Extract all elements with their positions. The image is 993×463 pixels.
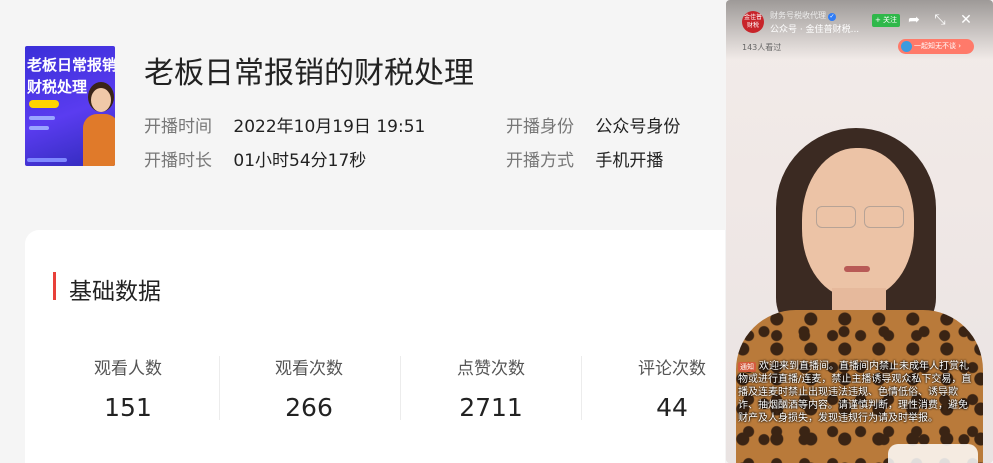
share-icon[interactable]: ➦ (906, 12, 922, 28)
duration-row: 开播时长 01小时54分17秒 (144, 146, 366, 171)
stat-value: 151 (104, 393, 152, 422)
chat-topic-pill[interactable]: 一起知无不谈 › (898, 39, 974, 54)
notice-tag: 通知 (738, 362, 756, 372)
live-notice: 通知 欢迎来到直播间。直播间内禁止未成年人打赏礼物或进行直播/连麦，禁止主播诱导观… (738, 360, 974, 425)
viewer-count: 143人看过 (742, 43, 782, 52)
method-row: 开播方式 手机开播 (506, 146, 663, 171)
stat-value: 266 (285, 393, 333, 422)
start-time-row: 开播时间 2022年10月19日 19:51 (144, 112, 425, 137)
stat-viewers: 观看人数 151 (38, 354, 218, 422)
stat-views: 观看次数 266 (219, 354, 399, 422)
section-title: 基础数据 (69, 279, 161, 305)
account-name[interactable]: 公众号 · 金佳普财税... (770, 22, 859, 35)
comment-input-bar[interactable] (888, 444, 978, 463)
identity-label: 开播身份 (506, 117, 574, 137)
method-label: 开播方式 (506, 151, 574, 171)
page-title: 老板日常报销的财税处理 (144, 56, 474, 91)
account-subtitle: 财务号税收代理 ✓ (770, 10, 836, 21)
stat-likes: 点赞次数 2711 (401, 354, 581, 422)
follow-button[interactable]: + 关注 (872, 14, 900, 27)
cover-decoration (29, 126, 49, 130)
cover-presenter-image (83, 88, 115, 166)
stat-label: 点赞次数 (457, 359, 525, 379)
stat-label: 观看次数 (275, 359, 343, 379)
account-subtitle-text: 财务号税收代理 (770, 11, 826, 20)
topic-avatar-icon (901, 41, 912, 52)
chat-topic-label: 一起知无不谈 › (914, 42, 962, 50)
verified-icon: ✓ (828, 13, 836, 21)
account-avatar[interactable]: 金佳普财税 (742, 11, 764, 33)
section-accent-bar (53, 272, 56, 300)
notice-text: 欢迎来到直播间。直播间内禁止未成年人打赏礼物或进行直播/连麦，禁止主播诱导观众私… (738, 361, 972, 424)
stat-value: 2711 (459, 393, 523, 422)
method-value: 手机开播 (595, 151, 664, 171)
cover-decoration (27, 158, 67, 162)
close-icon[interactable]: ✕ (958, 12, 974, 28)
stat-label: 观看人数 (94, 359, 162, 379)
cover-title-line1: 老板日常报销 (27, 56, 115, 74)
start-time-label: 开播时间 (144, 117, 212, 137)
live-video-window[interactable]: 金佳普财税 财务号税收代理 ✓ 公众号 · 金佳普财税... + 关注 ➦ ⤡ ✕… (726, 0, 993, 463)
cover-decoration (29, 116, 55, 120)
cover-title-line2: 财税处理 (27, 78, 88, 96)
live-cover-thumbnail: 老板日常报销 财税处理 (25, 46, 115, 166)
start-time-value: 2022年10月19日 19:51 (233, 117, 426, 137)
duration-value: 01小时54分17秒 (233, 151, 367, 171)
identity-row: 开播身份 公众号身份 (506, 112, 680, 137)
identity-value: 公众号身份 (595, 117, 681, 137)
cover-tag (29, 100, 59, 108)
duration-label: 开播时长 (144, 151, 212, 171)
shrink-icon[interactable]: ⤡ (932, 12, 948, 28)
basic-data-card: 基础数据 观看人数 151 观看次数 266 点赞次数 2711 评论次数 44 (25, 230, 725, 463)
